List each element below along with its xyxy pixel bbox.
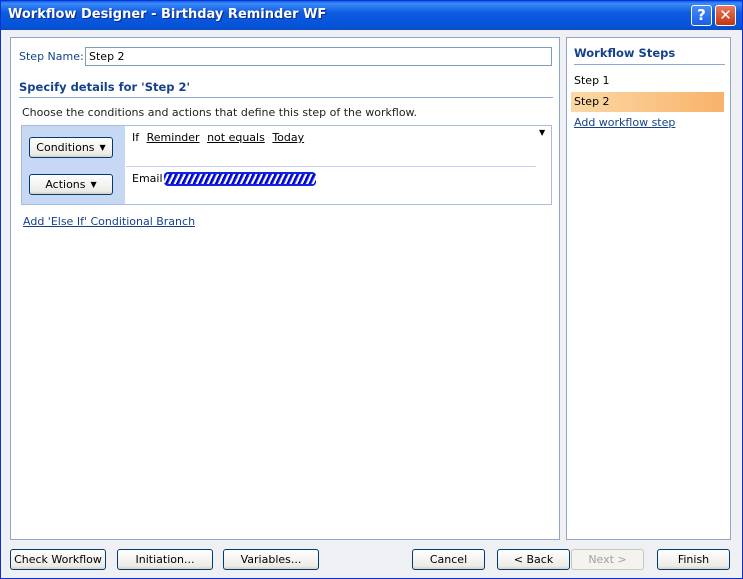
window-title: Workflow Designer - Birthday Reminder WF (8, 7, 327, 22)
workflow-designer-window: Workflow Designer - Birthday Reminder WF… (0, 0, 743, 579)
condition-field-link[interactable]: Reminder (147, 131, 200, 144)
workflow-steps-pane: Workflow Steps Step 1 Step 2 Add workflo… (566, 37, 731, 540)
help-icon[interactable]: ? (691, 5, 712, 26)
step-name-input[interactable] (85, 47, 552, 66)
condition-operator-link[interactable]: not equals (207, 131, 265, 144)
section-title: Specify details for 'Step 2' (19, 80, 553, 98)
condition-value-link[interactable]: Today (272, 131, 304, 144)
rule-button-panel: Conditions ▼ Actions ▼ (22, 126, 125, 204)
rule-divider (126, 166, 536, 167)
title-bar[interactable]: Workflow Designer - Birthday Reminder WF… (1, 1, 742, 30)
conditions-button-label: Conditions (36, 141, 95, 154)
next-button[interactable]: Next > (571, 549, 644, 570)
sidebar-item-step-1[interactable]: Step 1 (574, 74, 610, 87)
actions-button[interactable]: Actions ▼ (29, 174, 113, 195)
sidebar-item-step-2[interactable]: Step 2 (571, 92, 724, 112)
dropdown-arrow-icon: ▼ (99, 143, 106, 152)
redacted-email-scribble[interactable] (163, 172, 316, 186)
rule-menu-dropdown-icon[interactable]: ▼ (539, 128, 545, 137)
add-workflow-step-link[interactable]: Add workflow step (574, 116, 675, 129)
condition-prefix: If (132, 131, 140, 144)
dropdown-arrow-icon: ▼ (90, 180, 97, 189)
workflow-steps-title: Workflow Steps (574, 46, 725, 65)
check-workflow-button[interactable]: Check Workflow (10, 549, 106, 570)
back-button[interactable]: < Back (497, 549, 570, 570)
variables-button[interactable]: Variables... (223, 549, 319, 570)
condition-line: If Reminder not equals Today (132, 131, 304, 144)
step-name-label: Step Name: (19, 50, 84, 63)
rule-editor: Conditions ▼ Actions ▼ If Reminder not equ… (21, 125, 552, 205)
close-icon[interactable]: ✕ (715, 5, 736, 26)
initiation-button[interactable]: Initiation... (117, 549, 213, 570)
add-else-if-branch-link[interactable]: Add 'Else If' Conditional Branch (23, 215, 195, 228)
action-prefix: Email (132, 172, 163, 185)
actions-button-label: Actions (45, 178, 86, 191)
action-line: Email (132, 172, 316, 186)
conditions-button[interactable]: Conditions ▼ (29, 137, 113, 158)
step-details-pane: Step Name: Specify details for 'Step 2' … (10, 37, 560, 540)
finish-button[interactable]: Finish (657, 549, 730, 570)
instructions-text: Choose the conditions and actions that d… (22, 106, 418, 119)
cancel-button[interactable]: Cancel (412, 549, 485, 570)
